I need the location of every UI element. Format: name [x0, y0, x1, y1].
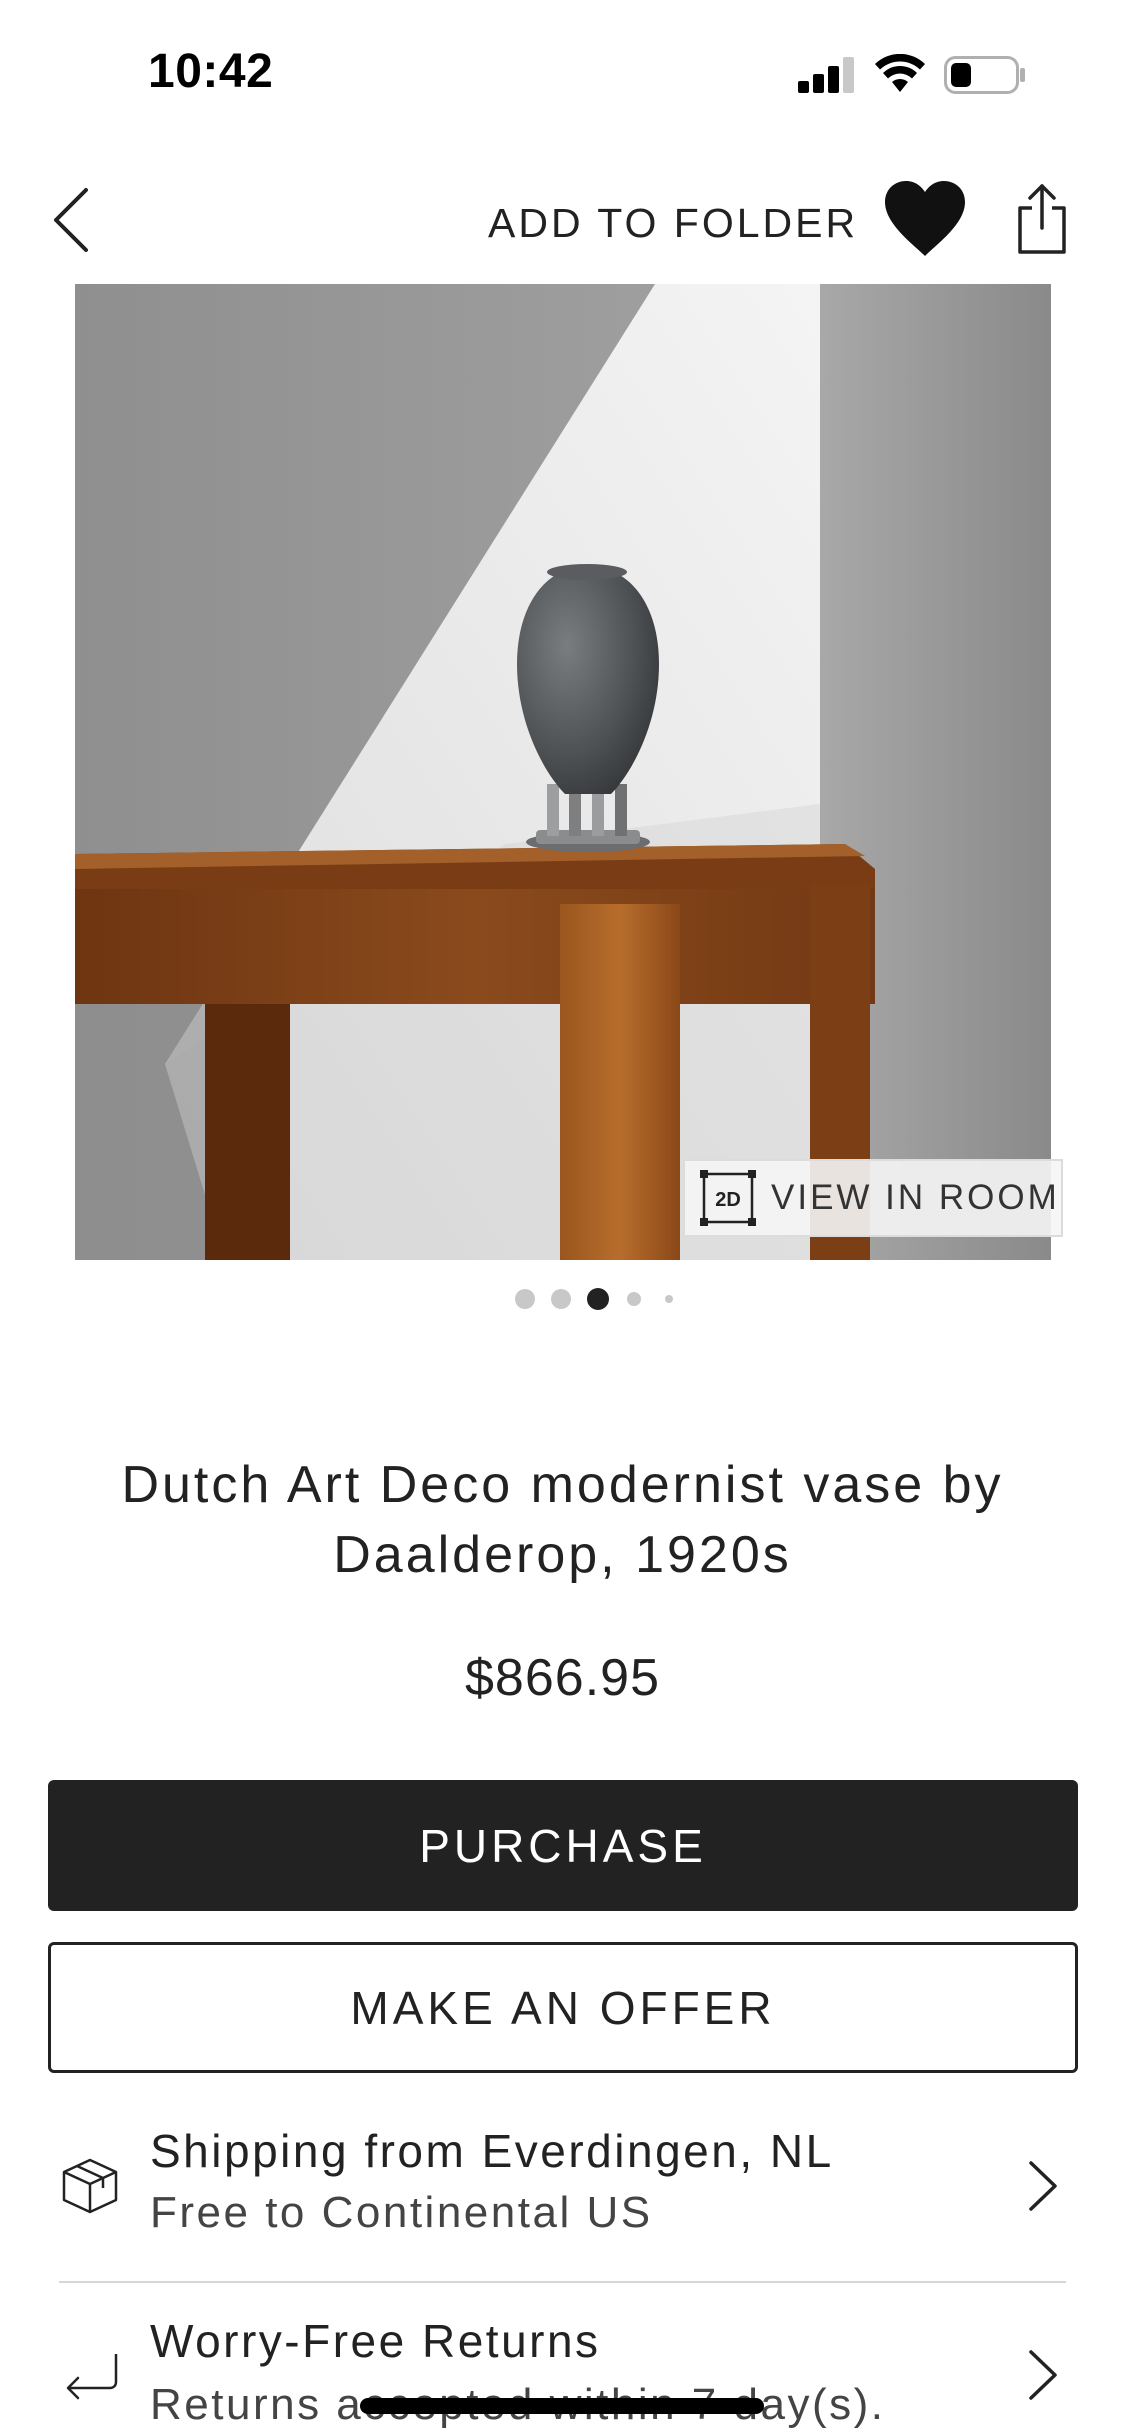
make-offer-button[interactable]: MAKE AN OFFER — [48, 1942, 1078, 2073]
chevron-right-icon — [1029, 2350, 1057, 2400]
vase-photo — [75, 284, 1051, 1260]
view-in-room-button[interactable]: 2D VIEW IN ROOM — [683, 1159, 1063, 1237]
battery-icon — [944, 56, 1025, 94]
signal-icon — [798, 57, 856, 93]
add-to-folder-button[interactable]: ADD TO FOLDER — [488, 200, 858, 247]
heart-filled-icon[interactable] — [883, 180, 967, 258]
divider — [59, 2281, 1066, 2283]
image-pagination-dots[interactable] — [515, 1287, 685, 1311]
returns-row[interactable]: Worry-Free Returns Returns accepted with… — [0, 2292, 1125, 2436]
shipping-subtitle: Free to Continental US — [150, 2188, 653, 2237]
product-price: $866.95 — [465, 1649, 660, 1707]
view-in-room-icon: 2D — [700, 1170, 756, 1226]
pagination-dot[interactable] — [551, 1289, 571, 1309]
return-arrow-icon — [66, 2354, 118, 2400]
chevron-left-icon[interactable] — [48, 180, 98, 260]
product-title: Dutch Art Deco modernist vase by Daalder… — [121, 1456, 1004, 1584]
pagination-dot[interactable] — [627, 1292, 641, 1306]
purchase-button[interactable]: PURCHASE — [48, 1780, 1078, 1911]
shipping-row[interactable]: Shipping from Everdingen, NL Free to Con… — [0, 2100, 1125, 2280]
pagination-dot[interactable] — [515, 1289, 535, 1309]
shipping-title: Shipping from Everdingen, NL — [150, 2125, 834, 2177]
wifi-icon — [875, 54, 925, 92]
status-time: 10:42 — [148, 45, 274, 98]
chevron-right-icon — [1029, 2161, 1057, 2211]
pagination-dot-active[interactable] — [587, 1288, 609, 1310]
view-in-room-badge: 2D — [715, 1189, 741, 1211]
home-indicator — [360, 2398, 764, 2414]
product-image[interactable] — [75, 284, 1051, 1260]
pagination-dot[interactable] — [665, 1295, 673, 1303]
returns-title: Worry-Free Returns — [150, 2315, 601, 2367]
package-box-icon — [62, 2158, 118, 2214]
view-in-room-label: VIEW IN ROOM — [771, 1178, 1060, 1217]
share-icon[interactable] — [1012, 182, 1072, 254]
